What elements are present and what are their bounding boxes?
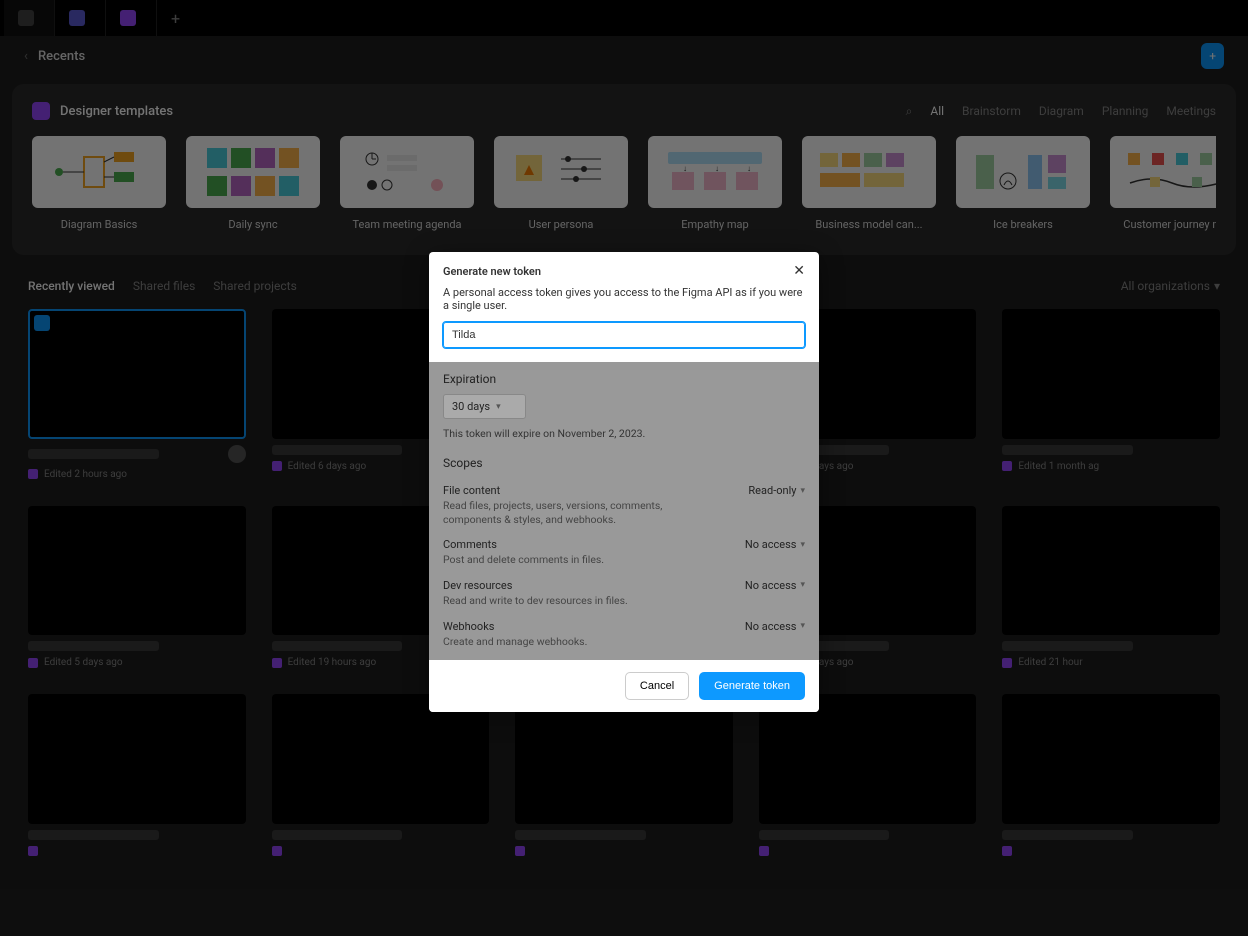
scopes-label: Scopes (443, 456, 805, 470)
expiration-section: Expiration 30 days ▾ This token will exp… (429, 362, 819, 446)
generate-token-modal: Generate new token ✕ A personal access t… (429, 252, 819, 712)
scope-access-select[interactable]: No access▾ (745, 579, 805, 592)
modal-title: Generate new token (443, 265, 541, 278)
scope-row: Webhooks Create and manage webhooks. No ac… (443, 614, 805, 655)
cancel-button[interactable]: Cancel (625, 672, 689, 700)
scope-description: Create and manage webhooks. (443, 635, 587, 649)
scope-name: File content (443, 484, 713, 497)
modal-footer: Cancel Generate token (429, 660, 819, 712)
chevron-down-icon: ▾ (800, 540, 805, 550)
scope-description: Read files, projects, users, versions, c… (443, 499, 713, 526)
expiration-select[interactable]: 30 days ▾ (443, 394, 526, 419)
chevron-down-icon: ▾ (800, 486, 805, 496)
chevron-down-icon: ▾ (800, 621, 805, 631)
scope-access-select[interactable]: Read-only▾ (748, 484, 805, 497)
close-icon[interactable]: ✕ (793, 264, 805, 278)
scope-row: File content Read files, projects, users,… (443, 478, 805, 532)
scope-name: Webhooks (443, 620, 587, 633)
expiration-label: Expiration (443, 372, 805, 386)
token-name-input[interactable] (443, 322, 805, 348)
chevron-down-icon: ▾ (496, 402, 501, 412)
scope-row: Dev resources Read and write to dev resou… (443, 573, 805, 614)
modal-description: A personal access token gives you access… (429, 286, 819, 322)
scope-access-select[interactable]: No access▾ (745, 620, 805, 633)
scope-name: Comments (443, 538, 604, 551)
scope-name: Dev resources (443, 579, 628, 592)
chevron-down-icon: ▾ (800, 580, 805, 590)
generate-token-button[interactable]: Generate token (699, 672, 805, 700)
expiration-note: This token will expire on November 2, 20… (443, 427, 805, 440)
scope-description: Post and delete comments in files. (443, 553, 604, 567)
scope-access-select[interactable]: No access▾ (745, 538, 805, 551)
scope-row: Comments Post and delete comments in file… (443, 532, 805, 573)
scopes-section: Scopes File content Read files, projects,… (429, 446, 819, 660)
scope-description: Read and write to dev resources in files… (443, 594, 628, 608)
